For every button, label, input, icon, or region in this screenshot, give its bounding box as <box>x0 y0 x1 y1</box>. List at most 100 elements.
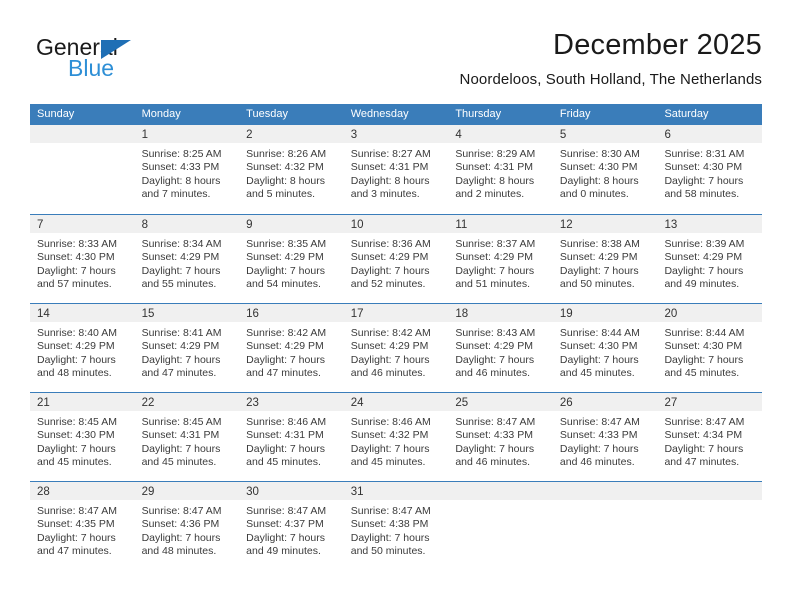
sunrise-line: Sunrise: 8:38 AM <box>559 238 640 250</box>
day-cell-23[interactable]: 23 Sunrise: 8:46 AM Sunset: 4:31 PM Dayligh… <box>239 393 344 481</box>
sunrise-line: Sunrise: 8:36 AM <box>350 238 431 250</box>
sunrise-line: Sunrise: 8:31 AM <box>664 148 745 160</box>
day-number-band: 30 <box>239 482 344 500</box>
week-row: 7 Sunrise: 8:33 AM Sunset: 4:30 PM Daylight… <box>30 214 763 303</box>
day-number-band: 17 <box>343 304 449 322</box>
sunrise-line: Sunrise: 8:44 AM <box>664 327 745 339</box>
title-block: December 2025 Noordeloos, South Holland,… <box>202 28 762 90</box>
daylight-line-2: and 3 minutes. <box>350 188 420 201</box>
sunset-line: Sunset: 4:35 PM <box>37 518 115 531</box>
day-details: Sunrise: 8:29 AM Sunset: 4:31 PM Daylight:… <box>448 143 553 202</box>
day-cell-31[interactable]: 31 Sunrise: 8:47 AM Sunset: 4:38 PM Dayligh… <box>343 482 449 570</box>
day-cell-10[interactable]: 10 Sunrise: 8:36 AM Sunset: 4:29 PM Dayligh… <box>343 215 449 303</box>
day-cell-17[interactable]: 17 Sunrise: 8:42 AM Sunset: 4:29 PM Dayligh… <box>343 304 449 392</box>
weekday-header-friday: Friday <box>559 108 591 120</box>
day-cell-25[interactable]: 25 Sunrise: 8:47 AM Sunset: 4:33 PM Dayligh… <box>448 393 553 481</box>
day-cell-1[interactable]: 1 Sunrise: 8:25 AM Sunset: 4:33 PM Daylight… <box>134 125 240 214</box>
day-number-band: 18 <box>448 304 553 322</box>
day-cell-16[interactable]: 16 Sunrise: 8:42 AM Sunset: 4:29 PM Dayligh… <box>239 304 344 392</box>
day-cell-27[interactable]: 27 Sunrise: 8:47 AM Sunset: 4:34 PM Dayligh… <box>657 393 763 481</box>
day-cell-7[interactable]: 7 Sunrise: 8:33 AM Sunset: 4:30 PM Daylight… <box>30 215 135 303</box>
sunset-line: Sunset: 4:29 PM <box>141 340 220 353</box>
day-cell-30[interactable]: 30 Sunrise: 8:47 AM Sunset: 4:37 PM Dayligh… <box>239 482 344 570</box>
day-cell-3[interactable]: 3 Sunrise: 8:27 AM Sunset: 4:31 PM Daylight… <box>343 125 449 214</box>
day-cell-19[interactable]: 19 Sunrise: 8:44 AM Sunset: 4:30 PM Dayligh… <box>552 304 658 392</box>
daylight-line-2: and 48 minutes. <box>141 545 217 558</box>
day-cell-5[interactable]: 5 Sunrise: 8:30 AM Sunset: 4:30 PM Daylight… <box>552 125 658 214</box>
day-cell-15[interactable]: 15 Sunrise: 8:41 AM Sunset: 4:29 PM Dayligh… <box>134 304 240 392</box>
day-number-band: 7 <box>30 215 135 233</box>
daylight-line-2: and 51 minutes. <box>455 278 531 291</box>
day-cell-20[interactable]: 20 Sunrise: 8:44 AM Sunset: 4:30 PM Dayligh… <box>657 304 763 392</box>
day-cell-26[interactable]: 26 Sunrise: 8:47 AM Sunset: 4:33 PM Dayligh… <box>552 393 658 481</box>
day-cell-empty <box>657 482 763 570</box>
sunrise-line: Sunrise: 8:47 AM <box>37 505 117 517</box>
day-number-band: 10 <box>343 215 449 233</box>
sunrise-line: Sunrise: 8:45 AM <box>37 416 117 428</box>
daylight-line-1: Daylight: 7 hours <box>141 353 221 366</box>
sunrise-line: Sunrise: 8:47 AM <box>246 505 327 517</box>
daylight-line-1: Daylight: 7 hours <box>664 353 744 366</box>
logo-text-blue: Blue <box>68 55 115 81</box>
daylight-line-1: Daylight: 7 hours <box>141 442 221 455</box>
day-details: Sunrise: 8:44 AM Sunset: 4:30 PM Daylight:… <box>657 322 762 381</box>
day-number-band: 14 <box>30 304 135 322</box>
sunset-line: Sunset: 4:30 PM <box>664 340 743 353</box>
sunset-line: Sunset: 4:32 PM <box>350 429 429 442</box>
sunrise-line: Sunrise: 8:47 AM <box>664 416 745 428</box>
sunrise-line: Sunrise: 8:39 AM <box>664 238 745 250</box>
sunrise-line: Sunrise: 8:35 AM <box>246 238 327 250</box>
day-details: Sunrise: 8:25 AM Sunset: 4:33 PM Daylight:… <box>135 143 240 202</box>
sunset-line: Sunset: 4:29 PM <box>350 251 429 264</box>
day-cell-22[interactable]: 22 Sunrise: 8:45 AM Sunset: 4:31 PM Dayligh… <box>134 393 240 481</box>
day-number-band: 27 <box>657 393 763 411</box>
sunrise-line: Sunrise: 8:27 AM <box>350 148 431 160</box>
day-number-band: 26 <box>552 393 658 411</box>
general-blue-logo[interactable]: General Blue <box>36 34 216 90</box>
day-details <box>448 500 553 505</box>
day-cell-13[interactable]: 13 Sunrise: 8:39 AM Sunset: 4:29 PM Dayligh… <box>657 215 763 303</box>
sunset-line: Sunset: 4:31 PM <box>455 161 533 174</box>
day-details: Sunrise: 8:38 AM Sunset: 4:29 PM Daylight:… <box>553 233 658 292</box>
sunrise-line: Sunrise: 8:43 AM <box>455 327 536 339</box>
day-cell-11[interactable]: 11 Sunrise: 8:37 AM Sunset: 4:29 PM Dayligh… <box>448 215 553 303</box>
day-cell-24[interactable]: 24 Sunrise: 8:46 AM Sunset: 4:32 PM Dayligh… <box>343 393 449 481</box>
day-number-band: 16 <box>239 304 344 322</box>
day-cell-28[interactable]: 28 Sunrise: 8:47 AM Sunset: 4:35 PM Dayligh… <box>30 482 135 570</box>
day-number-band: 31 <box>343 482 449 500</box>
day-cell-29[interactable]: 29 Sunrise: 8:47 AM Sunset: 4:36 PM Dayligh… <box>134 482 240 570</box>
day-cell-6[interactable]: 6 Sunrise: 8:31 AM Sunset: 4:30 PM Daylight… <box>657 125 763 214</box>
day-cell-9[interactable]: 9 Sunrise: 8:35 AM Sunset: 4:29 PM Daylight… <box>239 215 344 303</box>
day-cell-12[interactable]: 12 Sunrise: 8:38 AM Sunset: 4:29 PM Dayligh… <box>552 215 658 303</box>
day-number: 30 <box>246 486 259 498</box>
daylight-line-2: and 45 minutes. <box>664 367 740 380</box>
week-row: 28 Sunrise: 8:47 AM Sunset: 4:35 PM Dayligh… <box>30 481 763 570</box>
daylight-line-1: Daylight: 7 hours <box>37 264 116 277</box>
daylight-line-1: Daylight: 7 hours <box>37 353 116 366</box>
sunset-line: Sunset: 4:30 PM <box>37 429 115 442</box>
day-details: Sunrise: 8:45 AM Sunset: 4:31 PM Daylight:… <box>135 411 240 470</box>
day-cell-2[interactable]: 2 Sunrise: 8:26 AM Sunset: 4:32 PM Daylight… <box>239 125 344 214</box>
day-cell-4[interactable]: 4 Sunrise: 8:29 AM Sunset: 4:31 PM Daylight… <box>448 125 553 214</box>
daylight-line-2: and 2 minutes. <box>455 188 525 201</box>
sunset-line: Sunset: 4:31 PM <box>141 429 220 442</box>
daylight-line-2: and 47 minutes. <box>37 545 112 558</box>
day-details: Sunrise: 8:46 AM Sunset: 4:31 PM Daylight:… <box>239 411 344 470</box>
daylight-line-1: Daylight: 7 hours <box>664 264 744 277</box>
day-number: 3 <box>350 129 358 141</box>
sunset-line: Sunset: 4:33 PM <box>455 429 533 442</box>
day-details: Sunrise: 8:26 AM Sunset: 4:32 PM Daylight:… <box>239 143 344 202</box>
daylight-line-2: and 46 minutes. <box>350 367 426 380</box>
daylight-line-1: Daylight: 8 hours <box>141 174 221 187</box>
day-cell-18[interactable]: 18 Sunrise: 8:43 AM Sunset: 4:29 PM Dayligh… <box>448 304 553 392</box>
sunrise-line: Sunrise: 8:33 AM <box>37 238 117 250</box>
daylight-line-2: and 46 minutes. <box>455 456 531 469</box>
day-cell-8[interactable]: 8 Sunrise: 8:34 AM Sunset: 4:29 PM Daylight… <box>134 215 240 303</box>
daylight-line-2: and 45 minutes. <box>141 456 217 469</box>
daylight-line-1: Daylight: 7 hours <box>559 442 639 455</box>
day-cell-21[interactable]: 21 Sunrise: 8:45 AM Sunset: 4:30 PM Dayligh… <box>30 393 135 481</box>
daylight-line-2: and 57 minutes. <box>37 278 112 291</box>
sunset-line: Sunset: 4:36 PM <box>141 518 220 531</box>
sunrise-line: Sunrise: 8:41 AM <box>141 327 222 339</box>
day-cell-14[interactable]: 14 Sunrise: 8:40 AM Sunset: 4:29 PM Dayligh… <box>30 304 135 392</box>
